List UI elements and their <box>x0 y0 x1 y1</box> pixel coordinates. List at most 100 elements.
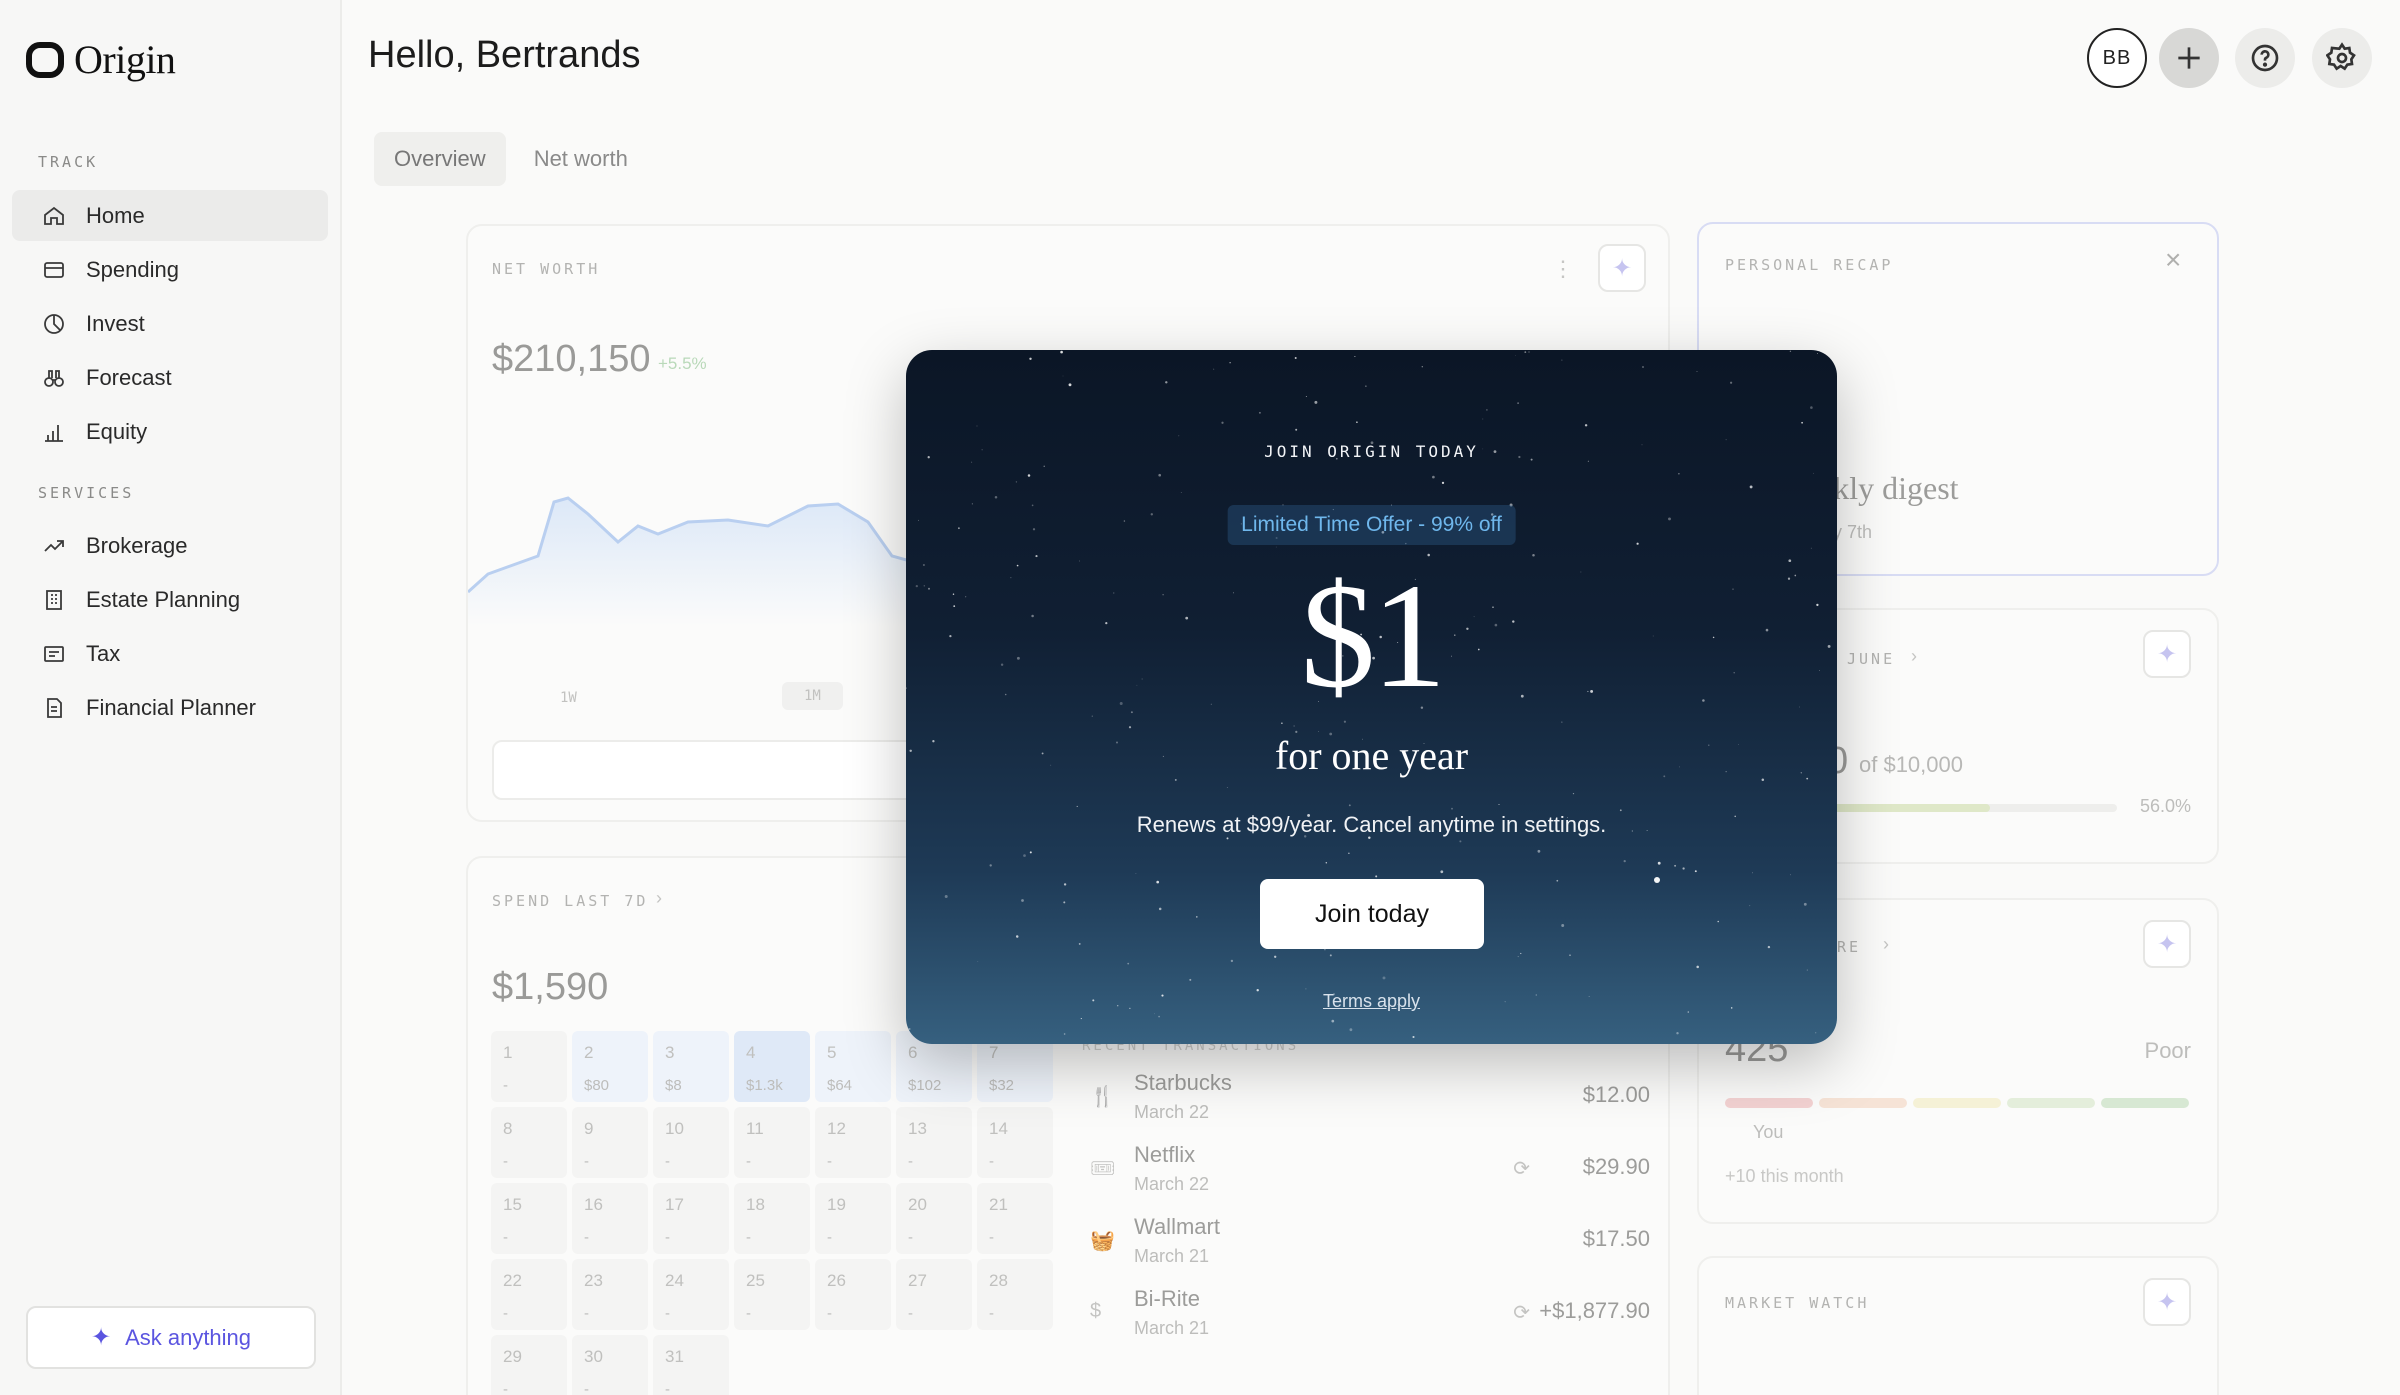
transaction-row[interactable]: 🎟 Netflix March 22 ⟳ $29.90 <box>1090 1142 1650 1202</box>
transaction-row[interactable]: 🍴 Starbucks March 22 $12.00 <box>1090 1070 1650 1130</box>
calendar-day[interactable]: 17 - <box>653 1183 729 1254</box>
budget-progress-track <box>1829 804 2117 812</box>
calendar-day[interactable]: 31 - <box>653 1335 729 1395</box>
calendar-day-number: 10 <box>665 1119 684 1138</box>
calendar-day[interactable]: 20 - <box>896 1183 972 1254</box>
spending-value: $1,590 <box>492 966 609 1008</box>
sidebar-item-tax[interactable]: Tax <box>12 628 328 679</box>
net-worth-sparkline <box>468 496 928 626</box>
offer-badge: Limited Time Offer - 99% off <box>1227 505 1516 545</box>
calendar-day-number: 17 <box>665 1195 684 1214</box>
sidebar-item-equity[interactable]: Equity <box>12 406 328 457</box>
calendar-day[interactable]: 9- <box>572 1107 648 1178</box>
calendar-day[interactable]: 2 $80 <box>572 1031 648 1102</box>
calendar-day-amount: - <box>908 1153 913 1170</box>
sidebar-item-home[interactable]: Home <box>12 190 328 241</box>
calendar-day[interactable]: 28 - <box>977 1259 1053 1330</box>
sparkle-button[interactable]: ✦ <box>1598 244 1646 292</box>
sidebar-item-estate-planning[interactable]: Estate Planning <box>12 574 328 625</box>
binoculars-icon <box>44 369 64 387</box>
calendar-day-amount: - <box>665 1229 670 1246</box>
sparkle-icon: ✦ <box>1611 254 1633 282</box>
help-button[interactable] <box>2235 28 2295 88</box>
origin-logo[interactable]: Origin <box>26 36 176 83</box>
range-1m[interactable]: 1M <box>782 682 843 710</box>
calendar-day[interactable]: 26 - <box>815 1259 891 1330</box>
sidebar-item-label: Equity <box>86 418 148 444</box>
tab-overview[interactable]: Overview <box>374 132 506 186</box>
calendar-day[interactable]: 25 - <box>734 1259 810 1330</box>
calendar-day[interactable]: 22 - <box>491 1259 567 1330</box>
calendar-day[interactable]: 30 - <box>572 1335 648 1395</box>
calendar-day[interactable]: 24 - <box>653 1259 729 1330</box>
calendar-day-number: 6 <box>908 1043 918 1062</box>
calendar-day-number: 30 <box>584 1347 603 1366</box>
card-icon <box>44 261 64 278</box>
calendar-day[interactable]: 14 - <box>977 1107 1053 1178</box>
close-icon[interactable]: × <box>2165 244 2181 276</box>
transaction-name: Netflix <box>1134 1142 1196 1167</box>
transaction-row[interactable]: 🧺 Wallmart March 21 $17.50 <box>1090 1214 1650 1274</box>
sidebar-item-spending[interactable]: Spending <box>12 244 328 295</box>
range-1w[interactable]: 1W <box>560 690 577 706</box>
chevron-right-icon[interactable]: › <box>1911 646 1917 667</box>
chevron-right-icon[interactable]: › <box>1883 934 1889 955</box>
calendar-day-amount: - <box>584 1381 589 1395</box>
calendar-day[interactable]: 10 - <box>653 1107 729 1178</box>
calendar-day[interactable]: 8- <box>491 1107 567 1178</box>
calendar-day-amount: $80 <box>584 1077 610 1094</box>
transaction-amount: $17.50 <box>1582 1226 1650 1251</box>
card-title: JUNE <box>1847 650 1896 668</box>
modal-eyebrow: JOIN ORIGIN TODAY <box>1264 442 1479 461</box>
offer-description: Renews at $99/year. Cancel anytime in se… <box>1136 812 1607 837</box>
calendar-day[interactable]: 19 - <box>815 1183 891 1254</box>
calendar-day[interactable]: 15 - <box>491 1183 567 1254</box>
sidebar-item-brokerage[interactable]: Brokerage <box>12 520 328 571</box>
calendar-day-amount: - <box>746 1305 751 1322</box>
calendar-day[interactable]: 4 $1.3k <box>734 1031 810 1102</box>
calendar-day[interactable]: 18 - <box>734 1183 810 1254</box>
market-watch-card[interactable]: MARKET WATCH ✦ <box>1697 1256 2219 1395</box>
sparkle-button[interactable]: ✦ <box>2143 1278 2191 1326</box>
tab-net-worth[interactable]: Net worth <box>514 132 648 186</box>
calendar-day[interactable]: 3 $8 <box>653 1031 729 1102</box>
sidebar-item-invest[interactable]: Invest <box>12 298 328 349</box>
calendar-day-amount: - <box>503 1381 508 1395</box>
terms-link[interactable]: Terms apply <box>906 991 1837 1012</box>
join-today-button[interactable]: Join today <box>1260 879 1484 949</box>
sidebar-item-forecast[interactable]: Forecast <box>12 352 328 403</box>
settings-button[interactable] <box>2312 28 2372 88</box>
credit-scale <box>1725 1098 2189 1108</box>
repeat-icon: ⟳ <box>1513 1158 1530 1180</box>
calendar-day[interactable]: 12 - <box>815 1107 891 1178</box>
avatar[interactable]: BB <box>2087 28 2147 88</box>
more-icon[interactable]: ⋮ <box>1552 256 1574 282</box>
calendar-day-amount: - <box>989 1305 994 1322</box>
tab-bar: Overview Net worth <box>374 132 648 186</box>
sparkle-button[interactable]: ✦ <box>2143 920 2191 968</box>
calendar-day-number: 14 <box>989 1119 1008 1138</box>
calendar-day[interactable]: 23 - <box>572 1259 648 1330</box>
calendar-day[interactable]: 27 - <box>896 1259 972 1330</box>
dollar-icon: $ <box>1090 1300 1102 1322</box>
calendar-day-number: 7 <box>989 1043 999 1062</box>
calendar-day-number: 15 <box>503 1195 522 1214</box>
transaction-row[interactable]: $ Bi-Rite March 21 ⟳ +$1,877.90 <box>1090 1286 1650 1346</box>
calendar-day[interactable]: 1- <box>491 1031 567 1102</box>
trend-up-icon <box>44 539 64 552</box>
sidebar: Origin TRACK Home Spending Invest Foreca… <box>0 0 342 1395</box>
calendar-day[interactable]: 29 - <box>491 1335 567 1395</box>
calendar-day[interactable]: 11 - <box>734 1107 810 1178</box>
calendar-day[interactable]: 5 $64 <box>815 1031 891 1102</box>
add-button[interactable] <box>2159 28 2219 88</box>
sidebar-item-financial-planner[interactable]: Financial Planner <box>12 682 328 733</box>
sparkle-button[interactable]: ✦ <box>2143 630 2191 678</box>
ask-anything-button[interactable]: ✦ Ask anything <box>26 1306 316 1369</box>
calendar-day[interactable]: 21 - <box>977 1183 1053 1254</box>
chevron-right-icon[interactable]: › <box>656 888 662 909</box>
calendar-day[interactable]: 16 - <box>572 1183 648 1254</box>
budget-progress-fill <box>1829 804 1991 812</box>
credit-delta: +10 this month <box>1725 1166 1844 1187</box>
section-label-services: SERVICES <box>38 484 135 502</box>
calendar-day[interactable]: 13 - <box>896 1107 972 1178</box>
